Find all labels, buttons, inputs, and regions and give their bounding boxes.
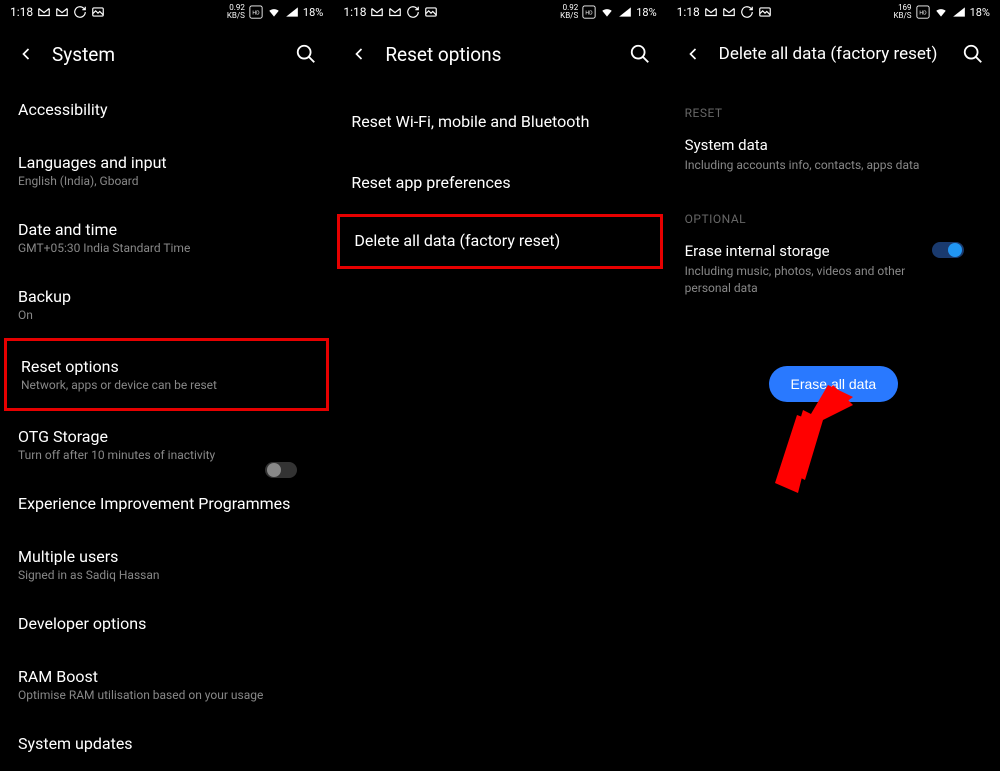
settings-item-developer[interactable]: Developer options — [18, 598, 315, 651]
back-button[interactable] — [683, 44, 703, 64]
net-speed: 169KB/S — [894, 4, 912, 20]
signal-icon — [952, 5, 966, 19]
battery-percent: 18% — [636, 6, 656, 19]
settings-item-backup[interactable]: Backup On — [18, 271, 315, 338]
screen-reset-options: 1:18 0.92KB/S HD 18% Reset options Reset… — [333, 0, 666, 741]
settings-item-accessibility[interactable]: Accessibility — [18, 84, 315, 137]
wifi-icon — [934, 5, 948, 19]
wifi-icon — [600, 5, 614, 19]
status-time: 1:18 — [677, 5, 700, 19]
screen-factory-reset: 1:18 169KB/S HD 18% Delete all data (fac… — [667, 0, 1000, 741]
status-bar: 1:18 0.92KB/S HD 18% — [333, 0, 666, 24]
svg-text:HD: HD — [252, 11, 260, 17]
gmail-icon — [704, 5, 718, 19]
sync-icon — [73, 5, 87, 19]
settings-item-experience[interactable]: Experience Improvement Programmes — [18, 478, 315, 531]
wifi-icon — [267, 5, 281, 19]
volte-icon: HD — [582, 5, 596, 19]
status-time: 1:18 — [343, 5, 366, 19]
section-reset-label: RESET — [685, 84, 982, 130]
erase-all-data-button[interactable]: Erase all data — [769, 366, 899, 402]
back-button[interactable] — [349, 44, 369, 64]
settings-item-languages[interactable]: Languages and input English (India), Gbo… — [18, 137, 315, 204]
screen-system: 1:18 0.92KB/S HD 1 — [0, 0, 333, 741]
reset-list: Reset Wi-Fi, mobile and Bluetooth Reset … — [333, 84, 666, 269]
gmail-icon — [370, 5, 384, 19]
volte-icon: HD — [916, 5, 930, 19]
factory-reset-content: RESET System data Including accounts inf… — [667, 84, 1000, 402]
sync-icon — [406, 5, 420, 19]
status-time: 1:18 — [10, 5, 33, 19]
otg-toggle[interactable] — [265, 462, 297, 478]
status-bar: 1:18 169KB/S HD 18% — [667, 0, 1000, 24]
svg-text:HD: HD — [919, 11, 927, 17]
battery-percent: 18% — [970, 6, 990, 19]
signal-icon — [618, 5, 632, 19]
section-optional-label: OPTIONAL — [685, 174, 982, 236]
page-title: Reset options — [385, 43, 612, 66]
reset-item-factory-reset[interactable]: Delete all data (factory reset) — [337, 214, 662, 269]
image-icon — [424, 5, 438, 19]
volte-icon: HD — [249, 5, 263, 19]
settings-item-date-time[interactable]: Date and time GMT+05:30 India Standard T… — [18, 204, 315, 271]
signal-icon — [285, 5, 299, 19]
system-data-item: System data Including accounts info, con… — [685, 130, 982, 174]
reset-item-app-prefs[interactable]: Reset app preferences — [351, 153, 648, 214]
image-icon — [758, 5, 772, 19]
erase-storage-item[interactable]: Erase internal storage Including music, … — [685, 236, 982, 297]
search-button[interactable] — [962, 43, 984, 65]
header: Reset options — [333, 24, 666, 84]
page-title: System — [52, 43, 279, 66]
reset-item-wifi[interactable]: Reset Wi-Fi, mobile and Bluetooth — [351, 84, 648, 153]
header: System — [0, 24, 333, 84]
settings-item-ram-boost[interactable]: RAM Boost Optimise RAM utilisation based… — [18, 651, 315, 718]
back-button[interactable] — [16, 44, 36, 64]
status-bar: 1:18 0.92KB/S HD 1 — [0, 0, 333, 24]
net-speed: 0.92KB/S — [560, 4, 578, 20]
search-button[interactable] — [295, 43, 317, 65]
search-button[interactable] — [629, 43, 651, 65]
settings-item-otg[interactable]: OTG Storage Turn off after 10 minutes of… — [18, 411, 315, 478]
battery-percent: 18% — [303, 6, 323, 19]
gmail-icon — [37, 5, 51, 19]
net-speed: 0.92KB/S — [227, 4, 245, 20]
settings-item-reset-options[interactable]: Reset options Network, apps or device ca… — [4, 338, 329, 411]
gmail-icon — [388, 5, 402, 19]
image-icon — [91, 5, 105, 19]
settings-list: Accessibility Languages and input Englis… — [0, 84, 333, 771]
settings-item-multiple-users[interactable]: Multiple users Signed in as Sadiq Hassan — [18, 531, 315, 598]
gmail-icon — [55, 5, 69, 19]
page-title: Delete all data (factory reset) — [719, 44, 946, 64]
sync-icon — [740, 5, 754, 19]
svg-text:HD: HD — [586, 11, 594, 17]
gmail-icon — [722, 5, 736, 19]
erase-storage-toggle[interactable] — [932, 242, 964, 258]
header: Delete all data (factory reset) — [667, 24, 1000, 84]
settings-item-system-updates[interactable]: System updates — [18, 718, 315, 771]
